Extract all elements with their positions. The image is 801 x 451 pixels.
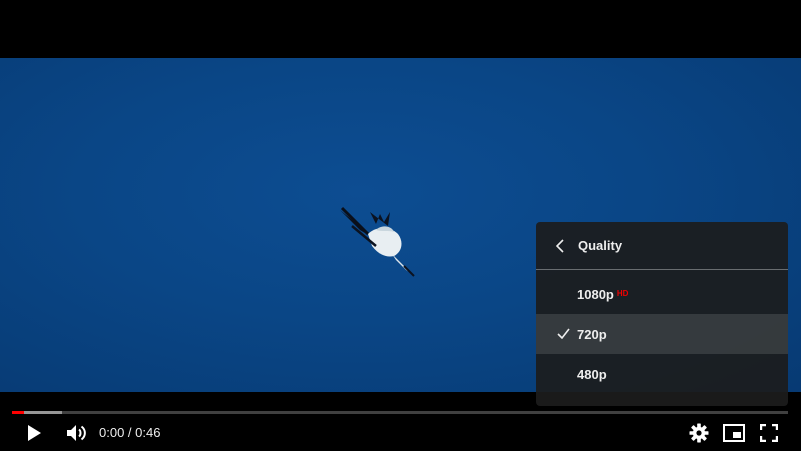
quality-menu: Quality 1080p HD 720p 480p <box>536 222 788 406</box>
current-time: 0:00 <box>99 425 125 440</box>
duration: 0:46 <box>135 425 161 440</box>
control-bar: 0:00 / 0:46 <box>0 414 801 451</box>
fullscreen-icon <box>760 424 778 442</box>
quality-menu-header[interactable]: Quality <box>536 222 788 270</box>
quality-option-label: 1080p <box>577 286 614 302</box>
play-icon <box>28 425 41 441</box>
video-player[interactable]: Quality 1080p HD 720p 480p 0:00 / 0:46 <box>0 0 801 451</box>
check-icon <box>557 327 570 342</box>
settings-button[interactable] <box>687 421 711 445</box>
volume-icon <box>67 425 86 441</box>
quality-option-label: 480p <box>577 366 607 382</box>
quality-option-480p[interactable]: 480p <box>536 354 788 394</box>
volume-button[interactable] <box>64 422 90 444</box>
time-display: 0:00 / 0:46 <box>99 425 160 440</box>
hd-badge: HD <box>616 288 629 298</box>
chevron-left-icon[interactable] <box>556 238 568 253</box>
miniplayer-icon <box>723 424 745 442</box>
quality-option-1080p[interactable]: 1080p HD <box>536 274 788 314</box>
time-separator: / <box>124 425 136 440</box>
quality-menu-title: Quality <box>578 238 623 253</box>
fullscreen-button[interactable] <box>757 421 781 445</box>
miniplayer-button[interactable] <box>722 421 746 445</box>
quality-option-label: 720p <box>577 326 607 342</box>
gear-icon <box>689 423 709 443</box>
quality-option-720p[interactable]: 720p <box>536 314 788 354</box>
bird-image <box>340 206 415 277</box>
play-button[interactable] <box>22 422 46 444</box>
